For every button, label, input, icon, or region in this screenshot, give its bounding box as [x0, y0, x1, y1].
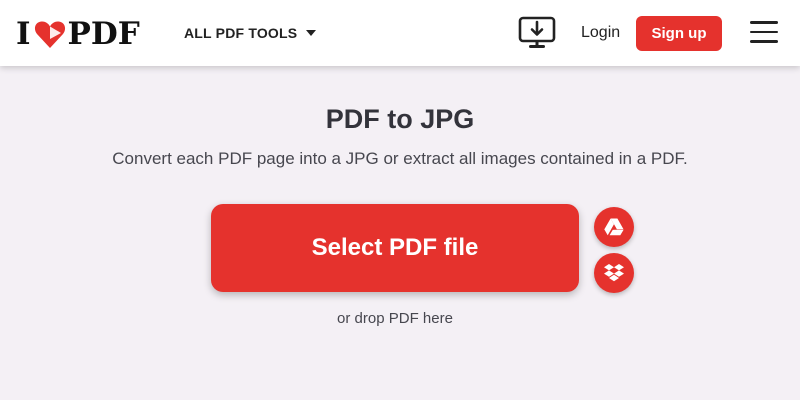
select-pdf-file-button[interactable]: Select PDF file — [211, 204, 579, 292]
page-title: PDF to JPG — [325, 104, 475, 134]
google-drive-button[interactable] — [594, 207, 634, 247]
logo-letter: I — [16, 16, 31, 52]
logo-text: PDF — [67, 16, 140, 52]
drop-hint-text: or drop PDF here — [337, 310, 453, 327]
ilovepdf-logo[interactable]: I PDF — [16, 17, 140, 51]
page-subtitle: Convert each PDF page into a JPG or extr… — [112, 149, 688, 168]
caret-down-icon — [306, 30, 317, 36]
top-navbar: I PDF ALL PDF TOOLS Login Sign up — [0, 0, 800, 66]
google-drive-icon — [604, 218, 624, 236]
all-pdf-tools-label: ALL PDF TOOLS — [184, 25, 298, 41]
all-pdf-tools-dropdown[interactable]: ALL PDF TOOLS — [184, 25, 317, 41]
login-link[interactable]: Login — [581, 24, 620, 42]
heart-icon — [34, 21, 65, 48]
desktop-download-icon[interactable] — [518, 16, 556, 50]
dropbox-icon — [604, 264, 624, 282]
hamburger-menu-icon[interactable] — [750, 21, 778, 45]
signup-button[interactable]: Sign up — [636, 16, 722, 51]
dropbox-button[interactable] — [594, 253, 634, 293]
